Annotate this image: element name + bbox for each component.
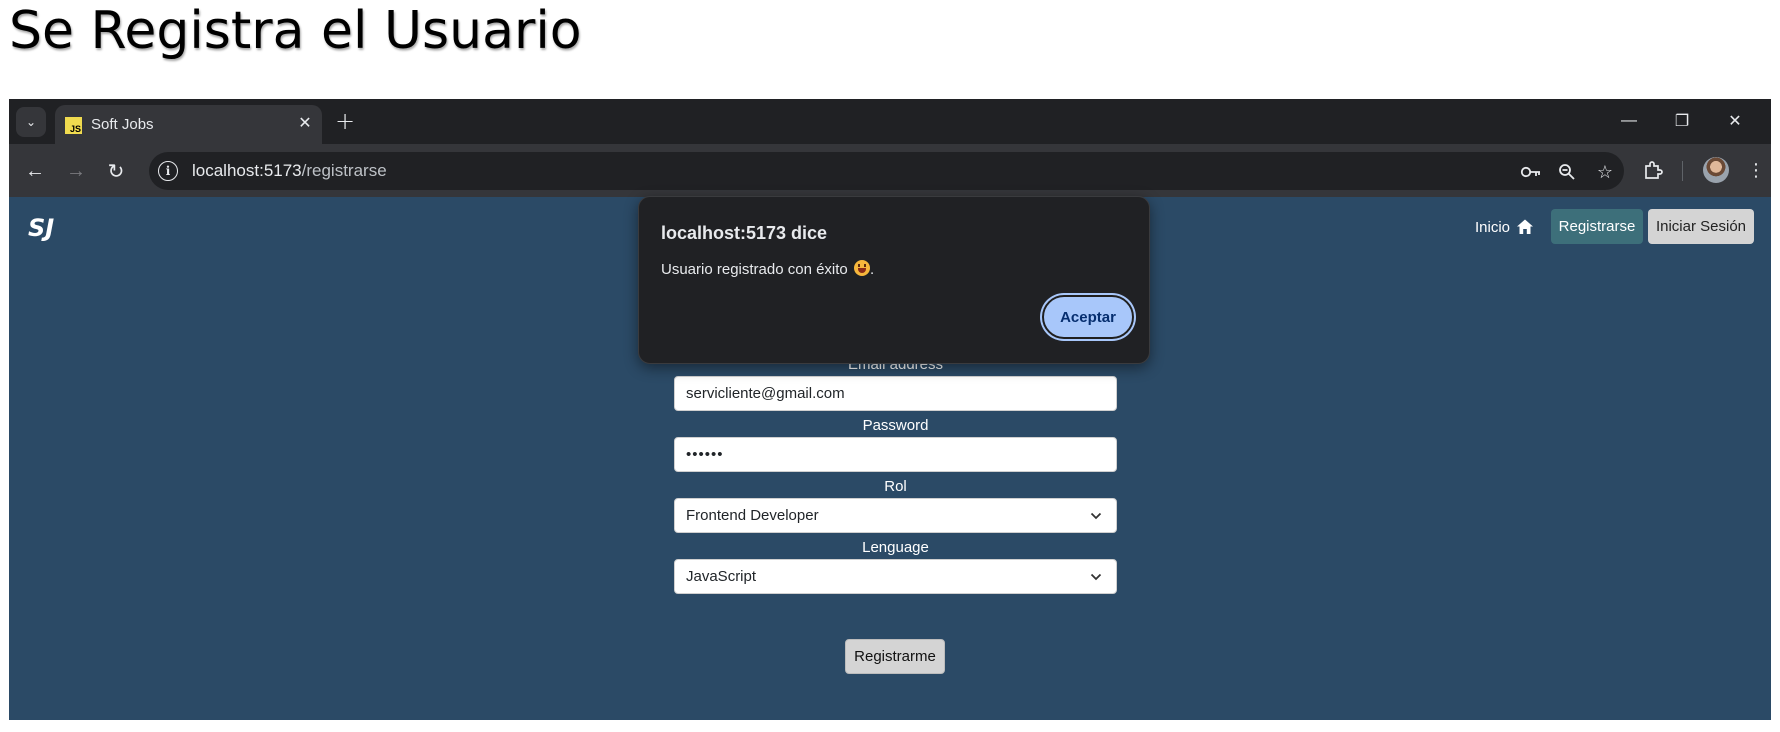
alert-dialog: localhost:5173 dice Usuario registrado c…: [638, 196, 1150, 364]
reload-icon[interactable]: ↻: [102, 157, 130, 185]
submit-register-button[interactable]: Registrarme: [845, 639, 945, 674]
nav-home-link[interactable]: Inicio: [1475, 218, 1534, 236]
slide-title: Se Registra el Usuario: [9, 1, 582, 61]
star-icon[interactable]: ☆: [1593, 161, 1617, 183]
toolbar-divider: [1682, 161, 1683, 181]
smiley-emoji-icon: [853, 260, 870, 276]
dialog-message-end: .: [869, 261, 875, 278]
info-icon[interactable]: i: [158, 161, 178, 181]
profile-avatar[interactable]: [1703, 157, 1729, 183]
role-select-value: Frontend Developer: [686, 507, 819, 524]
minimize-icon[interactable]: —: [1614, 107, 1644, 135]
home-icon: [1517, 219, 1534, 234]
login-nav-button[interactable]: Iniciar Sesión: [1648, 209, 1754, 244]
role-select[interactable]: Frontend Developer: [674, 498, 1117, 533]
language-label: Lenguage: [862, 539, 929, 556]
language-select-value: JavaScript: [686, 568, 757, 585]
url-host: localhost:5173: [192, 161, 302, 180]
zoom-out-icon[interactable]: [1555, 161, 1579, 183]
new-tab-plus-icon[interactable]: +: [332, 107, 358, 135]
language-select[interactable]: JavaScript: [674, 559, 1117, 594]
forward-arrow-icon[interactable]: →: [62, 157, 90, 185]
tab-soft-jobs[interactable]: JS Soft Jobs ✕: [55, 105, 322, 144]
dialog-title: localhost:5173 dice: [661, 223, 828, 243]
email-field[interactable]: servicliente@gmail.com: [674, 376, 1117, 411]
url-text[interactable]: localhost:5173/registrarse: [192, 161, 387, 181]
chevron-down-icon[interactable]: ⌄: [16, 107, 46, 137]
dialog-message-text: Usuario registrado con éxito: [661, 261, 848, 278]
js-favicon-icon: JS: [65, 117, 82, 134]
back-arrow-icon[interactable]: ←: [21, 157, 49, 185]
dialog-accept-button[interactable]: Aceptar: [1042, 295, 1134, 339]
browser-toolbar: ← → ↻ i localhost:5173/registrarse ☆ ⋮: [9, 144, 1771, 197]
chevron-down-icon: [1090, 512, 1102, 520]
tab-close-icon[interactable]: ✕: [295, 113, 315, 133]
tab-strip: ⌄ JS Soft Jobs ✕ + — ❐ ✕: [9, 99, 1771, 144]
register-nav-button[interactable]: Registrarse: [1551, 209, 1643, 244]
password-label: Password: [862, 417, 929, 434]
puzzle-icon[interactable]: [1639, 156, 1667, 184]
restore-icon[interactable]: ❐: [1667, 107, 1697, 135]
role-label: Rol: [884, 478, 907, 495]
tab-title: Soft Jobs: [91, 116, 154, 133]
nav-home-label: Inicio: [1475, 218, 1511, 236]
kebab-menu-icon[interactable]: ⋮: [1742, 156, 1770, 184]
key-icon[interactable]: [1519, 161, 1543, 183]
close-window-icon[interactable]: ✕: [1720, 107, 1750, 135]
password-field[interactable]: ••••••: [674, 437, 1117, 472]
chevron-down-icon: [1090, 573, 1102, 581]
address-bar[interactable]: i localhost:5173/registrarse ☆: [149, 152, 1624, 190]
brand-logo[interactable]: SJ: [28, 214, 54, 242]
url-path: /registrarse: [301, 161, 387, 180]
dialog-message: Usuario registrado con éxito .: [661, 260, 874, 278]
browser-window: ⌄ JS Soft Jobs ✕ + — ❐ ✕ ← → ↻ i localho…: [9, 99, 1771, 720]
